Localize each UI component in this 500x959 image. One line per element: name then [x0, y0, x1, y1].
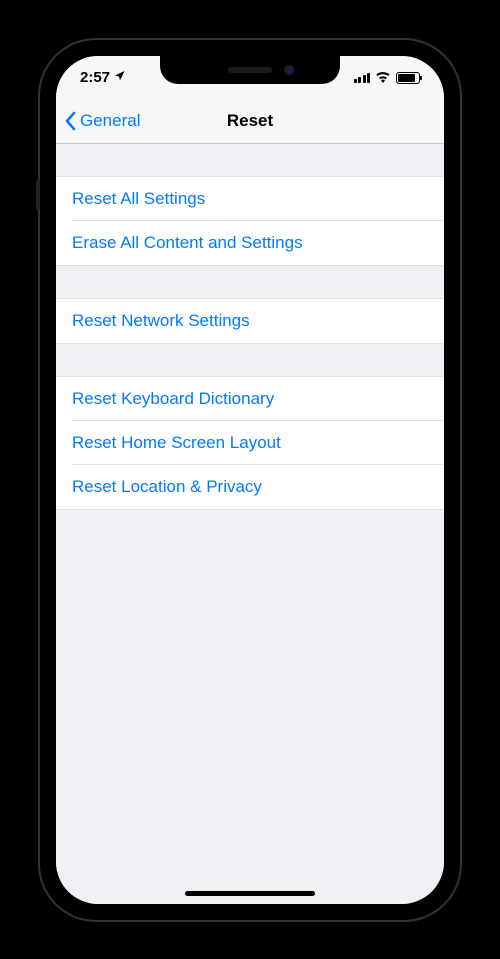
cellular-signal-icon: [354, 73, 371, 83]
speaker: [228, 67, 272, 73]
content-area[interactable]: Reset All Settings Erase All Content and…: [56, 144, 444, 870]
status-left: 2:57: [80, 69, 126, 86]
reset-location-privacy-button[interactable]: Reset Location & Privacy: [56, 465, 444, 510]
home-indicator[interactable]: [185, 891, 315, 896]
reset-network-settings-button[interactable]: Reset Network Settings: [56, 298, 444, 344]
battery-icon: [396, 72, 420, 84]
cell-label: Reset Home Screen Layout: [72, 433, 281, 452]
back-button[interactable]: General: [64, 111, 140, 131]
status-time: 2:57: [80, 69, 110, 86]
chevron-left-icon: [64, 111, 76, 131]
cell-label: Reset All Settings: [72, 189, 205, 208]
settings-group: Reset Keyboard Dictionary Reset Home Scr…: [56, 376, 444, 510]
cell-label: Reset Location & Privacy: [72, 477, 262, 496]
page-title: Reset: [227, 111, 273, 131]
notch: [160, 56, 340, 84]
wifi-icon: [375, 70, 391, 86]
navigation-bar: General Reset: [56, 100, 444, 144]
phone-frame: 2:57 Gen: [40, 40, 460, 920]
screen: 2:57 Gen: [56, 56, 444, 904]
location-services-icon: [114, 70, 126, 85]
erase-all-content-button[interactable]: Erase All Content and Settings: [56, 221, 444, 266]
reset-keyboard-dictionary-button[interactable]: Reset Keyboard Dictionary: [56, 376, 444, 421]
settings-group: Reset Network Settings: [56, 298, 444, 344]
status-right: [354, 70, 421, 86]
settings-group: Reset All Settings Erase All Content and…: [56, 176, 444, 266]
front-camera: [284, 65, 294, 75]
reset-all-settings-button[interactable]: Reset All Settings: [56, 176, 444, 221]
cell-label: Reset Keyboard Dictionary: [72, 389, 274, 408]
cell-label: Reset Network Settings: [72, 311, 250, 330]
cell-label: Erase All Content and Settings: [72, 233, 303, 252]
reset-home-screen-layout-button[interactable]: Reset Home Screen Layout: [56, 421, 444, 465]
back-label: General: [80, 111, 140, 131]
